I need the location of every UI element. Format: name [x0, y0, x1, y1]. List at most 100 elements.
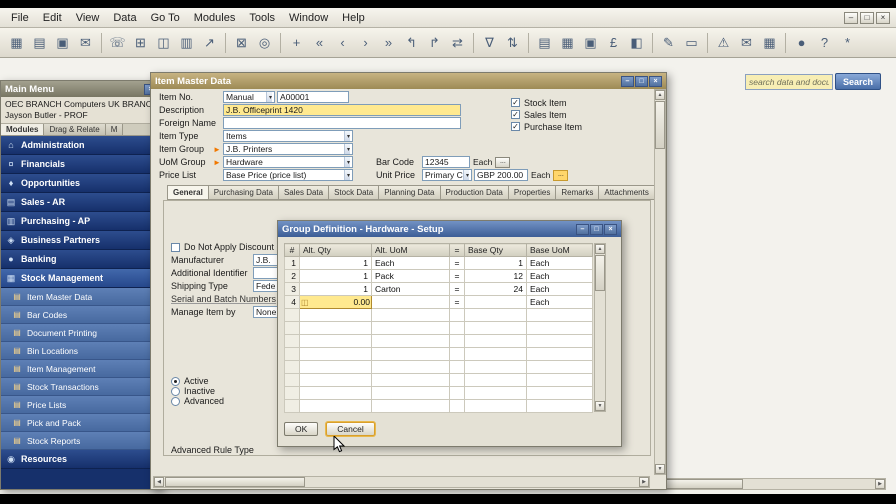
item-master-horizontal-scrollbar[interactable]: ◀ ▶	[153, 476, 650, 488]
cell[interactable]	[464, 321, 527, 335]
cell[interactable]	[299, 308, 372, 322]
cell[interactable]: 1	[284, 256, 300, 270]
scroll-right-icon[interactable]: ▶	[639, 477, 649, 487]
foreign-name-input[interactable]	[223, 117, 461, 129]
cell[interactable]	[371, 373, 450, 387]
scroll-down-icon[interactable]: ▼	[595, 401, 605, 411]
column-header-col0[interactable]: #	[284, 243, 300, 257]
scroll-right-icon[interactable]: ▶	[875, 479, 885, 489]
table-row[interactable]: 2 1 Pack = 12 Each	[284, 269, 593, 283]
menu-data[interactable]: Data	[106, 10, 143, 26]
cell[interactable]: ◫ 0.00	[299, 295, 372, 309]
item-no-input[interactable]: A00001	[277, 91, 349, 103]
link-arrow-icon[interactable]: ►	[213, 145, 223, 154]
table-row[interactable]	[284, 347, 593, 361]
cell[interactable]	[299, 386, 372, 400]
form-settings-icon[interactable]: ▦	[6, 32, 27, 54]
refresh-icon[interactable]: ⇄	[447, 32, 468, 54]
item-group-select[interactable]: J.B. Printers ▾	[223, 143, 353, 155]
table-row[interactable]	[284, 308, 593, 322]
item-master-vertical-scrollbar[interactable]: ▲ ▼	[654, 89, 666, 475]
close-button[interactable]: ×	[604, 223, 617, 235]
cell[interactable]: Each	[526, 282, 593, 296]
fax-icon[interactable]: ☏	[107, 32, 128, 54]
column-header-base-qty[interactable]: Base Qty	[464, 243, 527, 257]
unit-price-browse-button[interactable]: ...	[553, 169, 569, 181]
next-record-icon[interactable]: ›	[355, 32, 376, 54]
menu-item-price-lists[interactable]: ▤ Price Lists	[1, 396, 161, 414]
menu-item-pick-and-pack[interactable]: ▤ Pick and Pack	[1, 414, 161, 432]
cell[interactable]	[464, 386, 527, 400]
cancel-button[interactable]: Cancel	[326, 422, 375, 436]
scroll-down-icon[interactable]: ▼	[655, 464, 665, 474]
cell[interactable]: 1	[464, 256, 527, 270]
module-item-sales-ar[interactable]: ▤ Sales - AR	[1, 193, 161, 212]
table-row[interactable]	[284, 373, 593, 387]
tab-purchasing-data[interactable]: Purchasing Data	[207, 185, 278, 200]
menu-go-to[interactable]: Go To	[144, 10, 187, 26]
calendar-icon[interactable]: ▦	[759, 32, 780, 54]
cell[interactable]: 24	[464, 282, 527, 296]
menu-window[interactable]: Window	[282, 10, 335, 26]
cell[interactable]	[526, 386, 593, 400]
column-header-alt-uom[interactable]: Alt. UoM	[371, 243, 450, 257]
cell[interactable]	[371, 399, 450, 413]
cell[interactable]	[299, 321, 372, 335]
cell[interactable]	[526, 360, 593, 374]
add-record-icon[interactable]: +	[286, 32, 307, 54]
menu-item-item-master-data[interactable]: ▤ Item Master Data	[1, 288, 161, 306]
export-excel-icon[interactable]: ⊞	[130, 32, 151, 54]
cell[interactable]: =	[449, 282, 465, 296]
table-row[interactable]	[284, 334, 593, 348]
menu-item-item-management[interactable]: ▤ Item Management	[1, 360, 161, 378]
menu-modules[interactable]: Modules	[187, 10, 243, 26]
cell[interactable]	[371, 295, 450, 309]
cell[interactable]	[284, 308, 300, 322]
cell[interactable]	[299, 334, 372, 348]
main-menu-titlebar[interactable]: Main Menu ×	[1, 81, 161, 97]
find-icon[interactable]: ◎	[254, 32, 275, 54]
cell[interactable]	[464, 308, 527, 322]
table-row[interactable]: 1 1 Each = 1 Each	[284, 256, 593, 270]
help-icon[interactable]: ?	[814, 32, 835, 54]
cell[interactable]	[299, 347, 372, 361]
module-item-administration[interactable]: ⌂ Administration	[1, 136, 161, 155]
alerts-icon[interactable]: ⚠	[713, 32, 734, 54]
search-button[interactable]: Search	[835, 73, 881, 90]
ok-button[interactable]: OK	[284, 422, 319, 436]
cell[interactable]	[284, 399, 300, 413]
table-vertical-scrollbar[interactable]: ▲ ▼	[594, 243, 606, 412]
cell[interactable]: Pack	[371, 269, 450, 283]
bar-code-input[interactable]: 12345	[422, 156, 470, 168]
table-row[interactable]: 4 ◫ 0.00 = Each	[284, 295, 593, 309]
cell[interactable]	[284, 360, 300, 374]
form-mode-icon[interactable]: ▭	[681, 32, 702, 54]
cell[interactable]	[526, 373, 593, 387]
menu-edit[interactable]: Edit	[36, 10, 69, 26]
cell[interactable]	[464, 399, 527, 413]
cell[interactable]: 12	[464, 269, 527, 283]
restore-button[interactable]: □	[860, 11, 874, 24]
previous-record-icon[interactable]: ‹	[332, 32, 353, 54]
cell[interactable]	[371, 360, 450, 374]
cell[interactable]	[526, 321, 593, 335]
messages-icon[interactable]: ✉	[736, 32, 757, 54]
filter-icon[interactable]: ∇	[479, 32, 500, 54]
settings-icon[interactable]: *	[837, 32, 858, 54]
menu-item-bar-codes[interactable]: ▤ Bar Codes	[1, 306, 161, 324]
menu-help[interactable]: Help	[335, 10, 372, 26]
scrollbar-thumb[interactable]	[595, 255, 605, 291]
cell[interactable]	[464, 295, 527, 309]
radio-advanced[interactable]: Advanced	[171, 396, 224, 406]
cell[interactable]: 1	[299, 269, 372, 283]
close-button[interactable]: ×	[649, 75, 662, 87]
bar-code-browse-button[interactable]: ...	[495, 156, 511, 168]
table-row[interactable]	[284, 386, 593, 400]
column-header-alt-qty[interactable]: Alt. Qty	[299, 243, 372, 257]
cell[interactable]: Each	[526, 256, 593, 270]
cell[interactable]	[371, 386, 450, 400]
module-item-business-partners[interactable]: ◈ Business Partners	[1, 231, 161, 250]
menu-view[interactable]: View	[69, 10, 107, 26]
cell[interactable]	[299, 399, 372, 413]
navigate-back-icon[interactable]: ↰	[401, 32, 422, 54]
